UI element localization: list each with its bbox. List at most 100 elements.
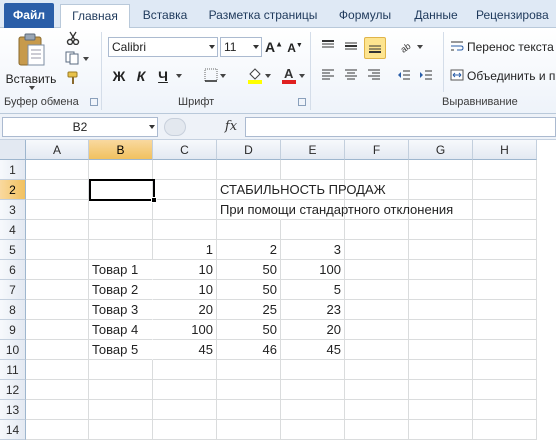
- align-left-button[interactable]: [318, 66, 338, 86]
- row-header-6[interactable]: 6: [0, 260, 26, 280]
- align-middle-button[interactable]: [341, 37, 361, 57]
- cell-a5[interactable]: [26, 240, 89, 260]
- tab-page-layout[interactable]: Разметка страницы: [202, 4, 324, 28]
- fill-handle[interactable]: [151, 197, 157, 203]
- cell-g8[interactable]: [409, 300, 473, 320]
- cell-d4[interactable]: [217, 220, 281, 240]
- cell-e13[interactable]: [281, 400, 345, 420]
- cell-g9[interactable]: [409, 320, 473, 340]
- row-header-4[interactable]: 4: [0, 220, 26, 240]
- cell-c2[interactable]: [153, 180, 217, 200]
- cell-f5[interactable]: [345, 240, 409, 260]
- cell-c7[interactable]: 10: [153, 280, 217, 300]
- cell-e7[interactable]: 5: [281, 280, 345, 300]
- cell-a3[interactable]: [26, 200, 89, 220]
- cell-b12[interactable]: [89, 380, 153, 400]
- cell-a11[interactable]: [26, 360, 89, 380]
- cell-d10[interactable]: 46: [217, 340, 281, 360]
- bold-button[interactable]: Ж: [110, 66, 128, 86]
- underline-button[interactable]: Ч: [154, 66, 172, 86]
- column-header-e[interactable]: E: [281, 140, 345, 160]
- row-header-14[interactable]: 14: [0, 420, 26, 440]
- row-header-2[interactable]: 2: [0, 180, 26, 200]
- cell-e4[interactable]: [281, 220, 345, 240]
- select-all-corner[interactable]: [0, 140, 26, 160]
- cell-b7[interactable]: Товар 2: [89, 280, 153, 300]
- copy-button[interactable]: [62, 50, 92, 68]
- row-header-10[interactable]: 10: [0, 340, 26, 360]
- cell-h3[interactable]: [473, 200, 537, 220]
- column-header-d[interactable]: D: [217, 140, 281, 160]
- cell-e9[interactable]: 20: [281, 320, 345, 340]
- column-header-a[interactable]: A: [26, 140, 89, 160]
- cell-f8[interactable]: [345, 300, 409, 320]
- cell-a9[interactable]: [26, 320, 89, 340]
- cell-h14[interactable]: [473, 420, 537, 440]
- cell-h4[interactable]: [473, 220, 537, 240]
- cell-b8[interactable]: Товар 3: [89, 300, 153, 320]
- cell-h11[interactable]: [473, 360, 537, 380]
- cell-h1[interactable]: [473, 160, 537, 180]
- cell-b13[interactable]: [89, 400, 153, 420]
- cell-h2[interactable]: [473, 180, 537, 200]
- name-box[interactable]: B2: [2, 117, 158, 137]
- tab-home[interactable]: Главная: [60, 4, 130, 29]
- cell-h6[interactable]: [473, 260, 537, 280]
- row-header-1[interactable]: 1: [0, 160, 26, 180]
- cell-c13[interactable]: [153, 400, 217, 420]
- cell-a1[interactable]: [26, 160, 89, 180]
- cell-g11[interactable]: [409, 360, 473, 380]
- font-name-select[interactable]: Calibri: [108, 37, 218, 57]
- cell-d3[interactable]: При помощи стандартного отклонения: [217, 200, 453, 220]
- tab-file[interactable]: Файл: [4, 3, 54, 28]
- cell-h7[interactable]: [473, 280, 537, 300]
- row-header-11[interactable]: 11: [0, 360, 26, 380]
- italic-button[interactable]: К: [132, 66, 150, 86]
- cell-f6[interactable]: [345, 260, 409, 280]
- cell-a4[interactable]: [26, 220, 89, 240]
- cell-a10[interactable]: [26, 340, 89, 360]
- cell-d8[interactable]: 25: [217, 300, 281, 320]
- cell-b3[interactable]: [89, 200, 153, 220]
- cell-g4[interactable]: [409, 220, 473, 240]
- cell-g10[interactable]: [409, 340, 473, 360]
- cell-h10[interactable]: [473, 340, 537, 360]
- cell-f11[interactable]: [345, 360, 409, 380]
- cell-e12[interactable]: [281, 380, 345, 400]
- cell-a13[interactable]: [26, 400, 89, 420]
- cell-b6[interactable]: Товар 1: [89, 260, 153, 280]
- cell-d9[interactable]: 50: [217, 320, 281, 340]
- cell-f9[interactable]: [345, 320, 409, 340]
- paste-button[interactable]: Вставить: [6, 30, 56, 92]
- row-header-7[interactable]: 7: [0, 280, 26, 300]
- decrease-indent-button[interactable]: [394, 66, 414, 86]
- cell-f10[interactable]: [345, 340, 409, 360]
- cell-e10[interactable]: 45: [281, 340, 345, 360]
- cell-c5[interactable]: 1: [153, 240, 217, 260]
- cell-g6[interactable]: [409, 260, 473, 280]
- cell-h5[interactable]: [473, 240, 537, 260]
- cell-g2[interactable]: [409, 180, 473, 200]
- tab-review[interactable]: Рецензирова: [476, 4, 556, 28]
- column-header-c[interactable]: C: [153, 140, 217, 160]
- cell-g14[interactable]: [409, 420, 473, 440]
- align-top-button[interactable]: [318, 37, 338, 57]
- formula-bar-resize-handle[interactable]: [164, 118, 186, 136]
- cell-f13[interactable]: [345, 400, 409, 420]
- cell-e8[interactable]: 23: [281, 300, 345, 320]
- cell-d2[interactable]: СТАБИЛЬНОСТЬ ПРОДАЖ: [217, 180, 386, 200]
- cell-a8[interactable]: [26, 300, 89, 320]
- cell-g12[interactable]: [409, 380, 473, 400]
- cell-c10[interactable]: 45: [153, 340, 217, 360]
- cell-a6[interactable]: [26, 260, 89, 280]
- cell-b5[interactable]: [89, 240, 153, 260]
- align-bottom-button[interactable]: [364, 37, 386, 59]
- tab-data[interactable]: Данные: [408, 4, 464, 28]
- fill-color-button[interactable]: [244, 66, 274, 86]
- cell-e14[interactable]: [281, 420, 345, 440]
- column-header-g[interactable]: G: [409, 140, 473, 160]
- cell-e5[interactable]: 3: [281, 240, 345, 260]
- cell-a2[interactable]: [26, 180, 89, 200]
- orientation-button[interactable]: ab: [396, 37, 426, 57]
- cell-a12[interactable]: [26, 380, 89, 400]
